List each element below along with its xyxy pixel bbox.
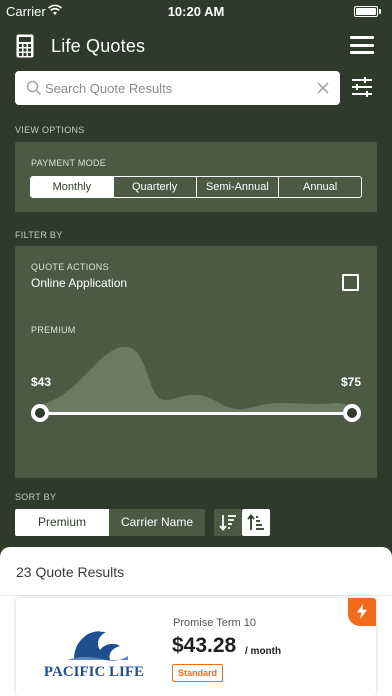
premium-range-slider[interactable] <box>40 412 352 415</box>
premium-min-handle[interactable] <box>31 404 49 422</box>
card-corner-badge <box>348 598 376 626</box>
sort-carrier-name-button[interactable]: Carrier Name <box>109 509 205 536</box>
calculator-icon[interactable] <box>16 34 34 58</box>
payment-mode-semi-annual[interactable]: Semi-Annual <box>197 177 280 197</box>
search-bar <box>15 71 340 105</box>
battery-tip <box>379 9 381 14</box>
rating-class-badge: Standard <box>172 664 224 682</box>
quote-actions-label: QUOTE ACTIONS <box>31 262 109 272</box>
sort-ascending-button[interactable] <box>242 509 270 536</box>
sort-ascending-icon <box>247 514 264 530</box>
carrier-name: PACIFIC LIFE <box>44 664 144 680</box>
payment-mode-annual[interactable]: Annual <box>279 177 361 197</box>
sort-premium-button[interactable]: Premium <box>15 509 109 536</box>
view-options-panel: PAYMENT MODE Monthly Quarterly Semi-Annu… <box>15 142 377 212</box>
plan-name: Promise Term 10 <box>173 617 256 629</box>
close-icon[interactable] <box>316 81 330 95</box>
search-input[interactable] <box>45 71 305 105</box>
quote-price: $43.28 <box>172 634 237 657</box>
sort-by-label: SORT BY <box>15 492 57 502</box>
hamburger-menu-icon[interactable] <box>350 36 374 54</box>
nav-bar: Life Quotes <box>0 22 392 70</box>
lightning-bolt-icon <box>357 604 367 619</box>
payment-mode-monthly[interactable]: Monthly <box>31 177 114 197</box>
sliders-icon[interactable] <box>351 76 373 98</box>
divider <box>0 595 392 596</box>
payment-mode-quarterly[interactable]: Quarterly <box>114 177 197 197</box>
carrier-logo: PACIFIC LIFE <box>44 631 144 680</box>
status-bar: Carrier 10:20 AM <box>0 0 392 22</box>
payment-mode-selector: Monthly Quarterly Semi-Annual Annual <box>30 176 362 198</box>
sort-descending-button[interactable] <box>214 509 242 536</box>
results-count: 23 Quote Results <box>16 564 125 580</box>
premium-min-value: $43 <box>31 375 52 389</box>
view-options-label: VIEW OPTIONS <box>15 125 85 135</box>
clock: 10:20 AM <box>167 4 225 19</box>
quote-card[interactable]: PACIFIC LIFE Promise Term 10 $43.28 / mo… <box>16 598 376 696</box>
search-icon <box>26 80 42 96</box>
page-title: Life Quotes <box>51 36 146 56</box>
filter-by-label: FILTER BY <box>15 230 63 240</box>
online-application-label: Online Application <box>31 276 128 290</box>
battery-icon <box>354 6 378 17</box>
premium-max-handle[interactable] <box>343 404 361 422</box>
payment-mode-label: PAYMENT MODE <box>31 158 107 168</box>
sort-descending-icon <box>219 515 236 531</box>
results-sheet: 23 Quote Results PACIFIC LIFE Promise Te… <box>0 547 392 696</box>
premium-max-value: $75 <box>340 375 361 389</box>
premium-distribution-chart <box>39 346 355 413</box>
premium-label: PREMIUM <box>31 325 76 335</box>
online-application-checkbox[interactable] <box>342 274 359 291</box>
price-period: / month <box>245 646 282 657</box>
filter-panel: QUOTE ACTIONS Online Application PREMIUM… <box>15 246 377 478</box>
